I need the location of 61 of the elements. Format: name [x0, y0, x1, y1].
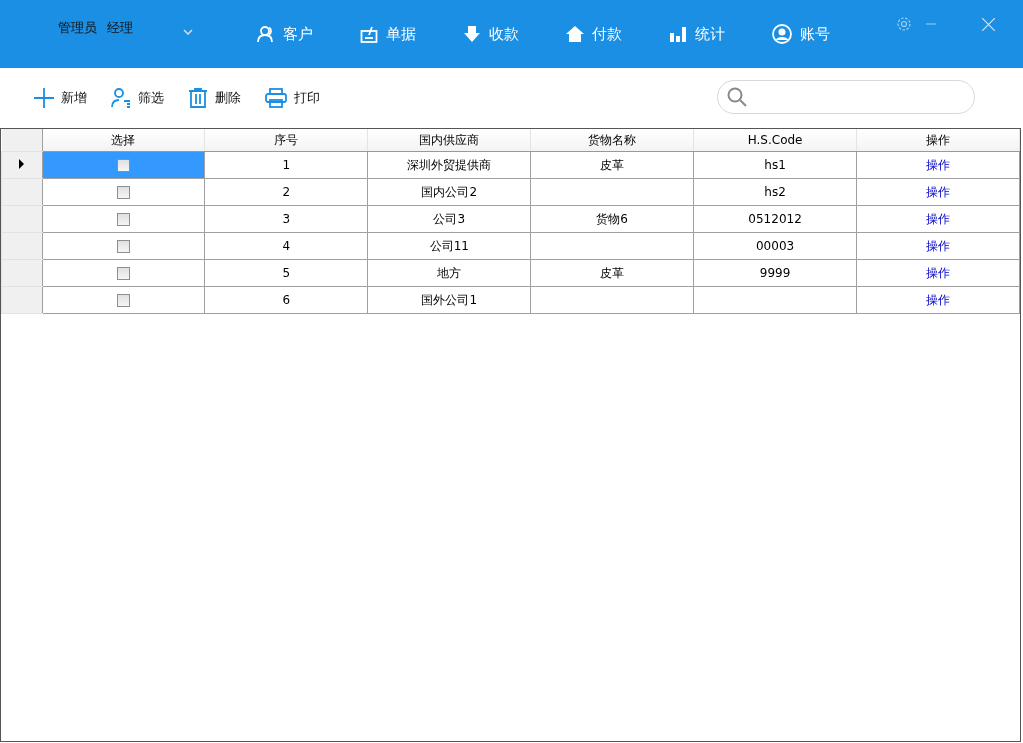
settings-icon[interactable]	[896, 16, 912, 32]
toolbar-button[interactable]: 删除	[188, 88, 241, 108]
user-filter-icon	[111, 88, 131, 108]
action-link[interactable]: 操作	[926, 291, 950, 309]
checkbox[interactable]	[116, 186, 130, 199]
trash-icon	[188, 88, 208, 108]
column-header[interactable]: 序号	[204, 129, 368, 152]
table-cell: 6	[204, 286, 368, 314]
column-header[interactable]: 货物名称	[530, 129, 694, 152]
table-cell: 9999	[693, 259, 857, 287]
user-role: 管理员	[58, 19, 97, 37]
column-header[interactable]: 国内供应商	[367, 129, 531, 152]
action-link[interactable]: 操作	[926, 264, 950, 282]
column-header[interactable]: 操作	[856, 129, 1020, 152]
column-header[interactable]: H.S.Code	[693, 129, 857, 152]
table-cell: 0512012	[693, 205, 857, 233]
action-link[interactable]: 操作	[926, 156, 950, 174]
checkbox[interactable]	[116, 159, 130, 172]
checkbox[interactable]	[116, 240, 130, 253]
table-cell: 3	[204, 205, 368, 233]
user-name: 经理	[107, 19, 133, 37]
table-cell: 公司3	[367, 205, 531, 233]
table-cell: hs2	[693, 178, 857, 206]
search-field[interactable]	[717, 80, 975, 114]
table-cell: 5	[204, 259, 368, 287]
table-cell: 地方	[367, 259, 531, 287]
table-cell: 4	[204, 232, 368, 260]
close-icon[interactable]	[982, 17, 995, 31]
table-cell: 皮革	[530, 151, 694, 179]
column-header[interactable]: 选择	[42, 129, 205, 152]
table-cell: 国外公司1	[367, 286, 531, 314]
table-cell: 1	[204, 151, 368, 179]
table-cell: 货物6	[530, 205, 694, 233]
checkbox[interactable]	[116, 294, 130, 307]
user-circle-icon	[772, 24, 792, 44]
table-cell: 2	[204, 178, 368, 206]
row-header[interactable]	[1, 151, 42, 179]
toolbar-button[interactable]: 筛选	[111, 88, 164, 108]
toolbar-button[interactable]: 打印	[265, 88, 320, 108]
table-cell: 国内公司2	[367, 178, 531, 206]
action-link[interactable]: 操作	[926, 183, 950, 201]
action-link[interactable]: 操作	[926, 210, 950, 228]
table-cell: 皮革	[530, 259, 694, 287]
checkbox[interactable]	[116, 213, 130, 226]
table-cell: hs1	[693, 151, 857, 179]
plus-icon	[34, 88, 54, 108]
table-cell: 公司11	[367, 232, 531, 260]
person-icon	[257, 25, 275, 43]
checkbox[interactable]	[116, 267, 130, 280]
table-cell: 00003	[693, 232, 857, 260]
download-icon	[463, 25, 481, 43]
bar-chart-icon	[669, 25, 687, 43]
document-icon	[360, 25, 378, 43]
search-icon	[727, 87, 747, 107]
printer-icon	[265, 88, 287, 108]
chevron-down-icon[interactable]	[183, 29, 193, 35]
current-row-pointer-icon	[19, 159, 25, 169]
action-link[interactable]: 操作	[926, 237, 950, 255]
house-icon	[566, 25, 584, 43]
table-cell: 深圳外贸提供商	[367, 151, 531, 179]
toolbar-button[interactable]: 新增	[34, 88, 87, 108]
